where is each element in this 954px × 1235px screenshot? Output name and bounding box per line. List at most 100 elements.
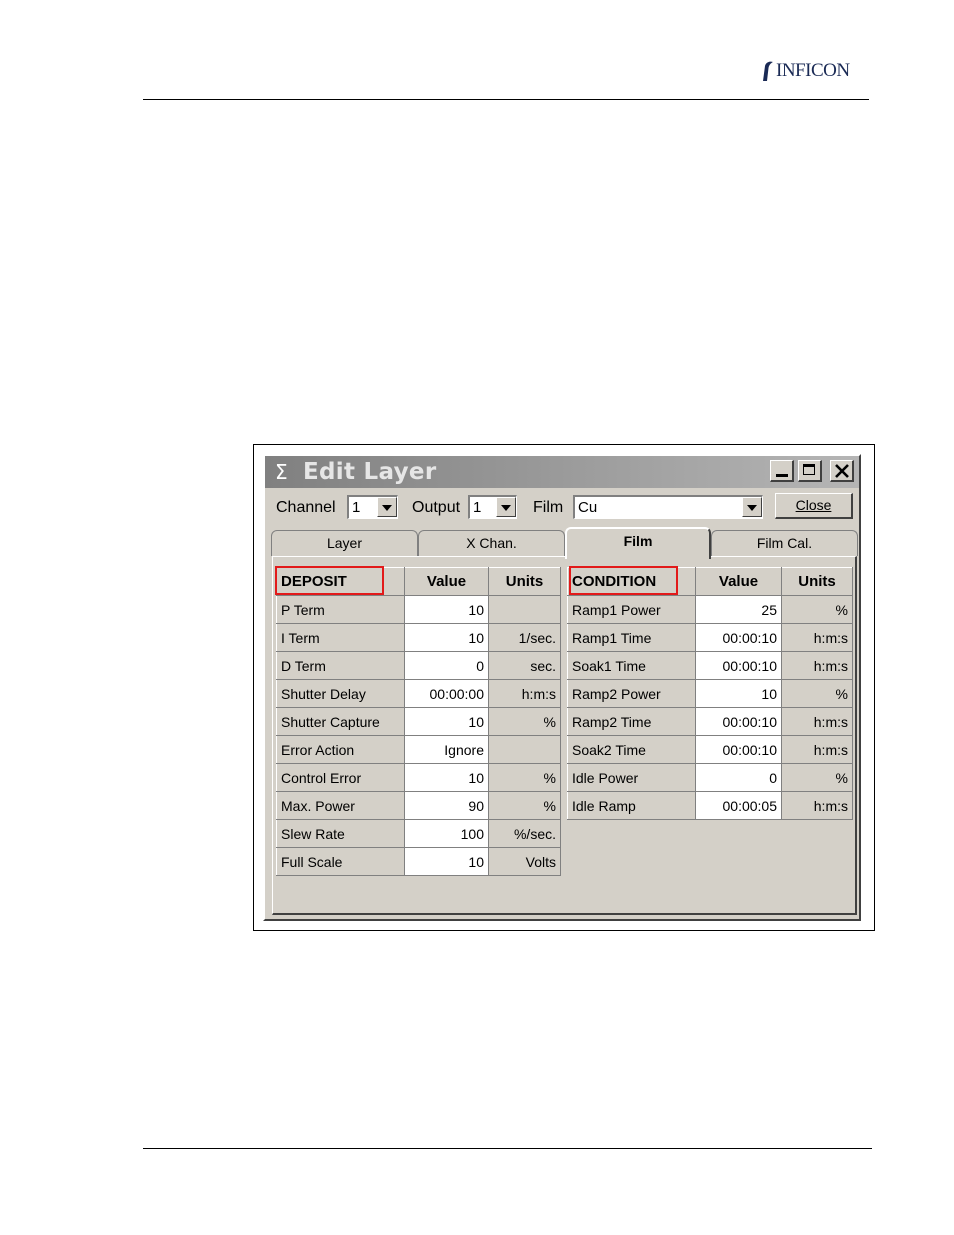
inficon-logo: INFICON: [760, 58, 850, 84]
parameter-value-cell[interactable]: 10: [695, 679, 782, 708]
close-button[interactable]: Close: [775, 493, 853, 519]
parameter-units: h:m:s: [781, 651, 853, 680]
parameter-value-cell[interactable]: 10: [404, 763, 489, 792]
maximize-button[interactable]: [798, 460, 822, 482]
output-select[interactable]: 1: [468, 495, 517, 519]
film-select[interactable]: Cu: [573, 495, 763, 519]
parameter-value-cell[interactable]: 0: [695, 763, 782, 792]
parameter-name: Soak1 Time: [567, 651, 696, 680]
parameter-name: P Term: [276, 595, 405, 624]
deposit-value-header: Value: [404, 567, 489, 596]
parameter-name: Control Error: [276, 763, 405, 792]
parameter-name: Soak2 Time: [567, 735, 696, 764]
parameter-value-cell[interactable]: 10: [404, 595, 489, 624]
channel-value: 1: [352, 499, 361, 516]
footer-rule: [143, 1148, 872, 1149]
table-row: I Term 10 1/sec.: [276, 623, 561, 652]
parameter-units: %: [781, 763, 853, 792]
table-row: D Term 0 sec.: [276, 651, 561, 680]
inficon-logo-mark-icon: [760, 60, 774, 82]
parameter-name: I Term: [276, 623, 405, 652]
table-row: Shutter Delay 00:00:00 h:m:s: [276, 679, 561, 708]
parameter-units: h:m:s: [781, 735, 853, 764]
deposit-highlight-box: [275, 566, 384, 595]
parameter-value-cell[interactable]: 00:00:10: [695, 707, 782, 736]
table-row: Max. Power 90%: [276, 791, 561, 820]
parameter-units: [488, 735, 561, 764]
table-row: Ramp2 Time 00:00:10 h:m:s: [567, 707, 853, 736]
table-row: Error Action Ignore: [276, 735, 561, 764]
tab-film-cal[interactable]: Film Cal.: [711, 530, 858, 556]
parameter-units: %: [781, 679, 853, 708]
sigma-icon: Σ: [275, 460, 288, 484]
output-label: Output: [412, 499, 461, 516]
tab-x-chan[interactable]: X Chan.: [418, 530, 565, 556]
parameter-units: %: [781, 595, 853, 624]
table-row: Soak2 Time 00:00:10 h:m:s: [567, 735, 853, 764]
table-row: Slew Rate 100 %/sec.: [276, 819, 561, 848]
tab-layer[interactable]: Layer: [271, 530, 418, 556]
condition-units-header: Units: [781, 567, 853, 596]
parameter-value-cell[interactable]: Ignore: [404, 735, 489, 764]
parameter-units: h:m:s: [781, 623, 853, 652]
parameter-name: Slew Rate: [276, 819, 405, 848]
parameter-units: %/sec.: [488, 819, 561, 848]
parameter-value-cell[interactable]: 90: [404, 791, 489, 820]
deposit-units-header: Units: [488, 567, 561, 596]
parameter-name: Idle Power: [567, 763, 696, 792]
parameter-units: %: [488, 791, 561, 820]
parameter-value-cell[interactable]: 10: [404, 707, 489, 736]
table-row: Full Scale 10 Volts: [276, 847, 561, 876]
parameter-name: Idle Ramp: [567, 791, 696, 820]
film-label: Film: [533, 499, 564, 516]
parameter-value-cell[interactable]: 25: [695, 595, 782, 624]
close-icon: [835, 464, 849, 478]
parameter-value-cell[interactable]: 10: [404, 847, 489, 876]
table-row: Ramp2 Power 10%: [567, 679, 853, 708]
table-row: Ramp1 Power 25%: [567, 595, 853, 624]
table-row: Idle Power 0%: [567, 763, 853, 792]
parameter-units: Volts: [488, 847, 561, 876]
parameter-name: D Term: [276, 651, 405, 680]
channel-select[interactable]: 1: [347, 495, 398, 519]
parameter-value-cell[interactable]: 10: [404, 623, 489, 652]
edit-layer-window: Σ Edit Layer Channel 1 Output 1 Film Cu …: [263, 454, 861, 921]
tab-film[interactable]: Film: [565, 527, 711, 559]
chevron-down-icon[interactable]: [742, 497, 762, 517]
chevron-down-icon[interactable]: [496, 497, 516, 517]
parameter-value-cell[interactable]: 100: [404, 819, 489, 848]
parameter-units: h:m:s: [781, 791, 853, 820]
parameter-value-cell[interactable]: 0: [404, 651, 489, 680]
title-bar[interactable]: Σ Edit Layer: [265, 456, 859, 488]
header-rule: [143, 99, 869, 100]
parameter-name: Shutter Delay: [276, 679, 405, 708]
parameter-units: h:m:s: [488, 679, 561, 708]
parameter-units: %: [488, 707, 561, 736]
chevron-down-icon[interactable]: [377, 497, 397, 517]
output-value: 1: [473, 499, 482, 516]
parameter-name: Max. Power: [276, 791, 405, 820]
deposit-table: DEPOSIT Value Units P Term 10 I Term 10 1/sec. D…: [276, 567, 561, 876]
table-row: Control Error 10%: [276, 763, 561, 792]
window-title: Edit Layer: [303, 459, 437, 485]
parameter-name: Full Scale: [276, 847, 405, 876]
parameter-value-cell[interactable]: 00:00:10: [695, 651, 782, 680]
parameter-name: Ramp1 Time: [567, 623, 696, 652]
parameter-name: Ramp2 Power: [567, 679, 696, 708]
condition-table: CONDITION Value Units Ramp1 Power 25% Ramp1 T…: [567, 567, 853, 820]
parameter-name: Shutter Capture: [276, 707, 405, 736]
parameter-value-cell[interactable]: 00:00:10: [695, 735, 782, 764]
minimize-button[interactable]: [770, 460, 794, 482]
film-value: Cu: [578, 499, 598, 516]
condition-highlight-box: [569, 566, 678, 595]
close-window-button[interactable]: [830, 460, 854, 482]
parameter-name: Error Action: [276, 735, 405, 764]
condition-value-header: Value: [695, 567, 782, 596]
parameter-units: h:m:s: [781, 707, 853, 736]
parameter-name: Ramp1 Power: [567, 595, 696, 624]
parameter-value-cell[interactable]: 00:00:05: [695, 791, 782, 820]
parameter-value-cell[interactable]: 00:00:10: [695, 623, 782, 652]
parameter-value-cell[interactable]: 00:00:00: [404, 679, 489, 708]
parameter-name: Ramp2 Time: [567, 707, 696, 736]
table-row: Soak1 Time 00:00:10 h:m:s: [567, 651, 853, 680]
